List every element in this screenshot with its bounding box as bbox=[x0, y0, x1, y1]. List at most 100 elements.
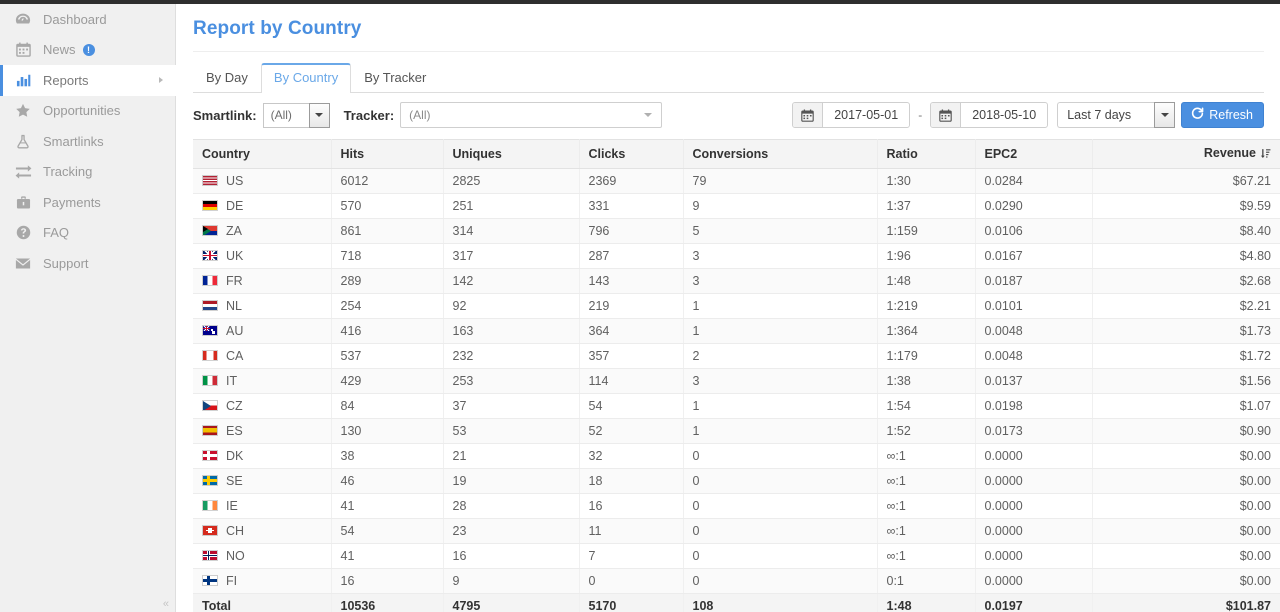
sidebar-item-label: Dashboard bbox=[43, 11, 107, 27]
column-header-uniques[interactable]: Uniques bbox=[443, 139, 580, 169]
calendar-icon bbox=[793, 103, 824, 127]
smartlink-select[interactable]: (All) bbox=[262, 102, 330, 128]
cell-hits: 46 bbox=[331, 468, 444, 494]
column-header-label: EPC2 bbox=[984, 147, 1018, 161]
smartlink-dropdown-button[interactable] bbox=[308, 102, 330, 128]
flag-ca-icon bbox=[202, 350, 218, 361]
sidebar-item-label: Smartlinks bbox=[43, 133, 104, 149]
table-row[interactable]: FR 289 142 143 3 1:48 0.0187 $2.68 bbox=[193, 268, 1280, 294]
column-header-epc2[interactable]: EPC2 bbox=[975, 139, 1093, 169]
table-row[interactable]: ZA 861 314 796 5 1:159 0.0106 $8.40 bbox=[193, 218, 1280, 244]
filter-bar: Smartlink: (All) Tracker: (All) 2017-05-… bbox=[193, 93, 1264, 137]
table-header: Country Hits Uniques Clicks Conversions Ratio… bbox=[193, 139, 1280, 169]
column-header-ratio[interactable]: Ratio bbox=[877, 139, 976, 169]
date-separator: - bbox=[918, 108, 923, 122]
sidebar-item-tracking[interactable]: Tracking bbox=[0, 157, 175, 188]
table-row[interactable]: DK 38 21 32 0 ∞:1 0.0000 $0.00 bbox=[193, 443, 1280, 469]
cell-country: FI bbox=[193, 568, 332, 594]
total-cell-epc2: 0.0197 bbox=[975, 593, 1093, 612]
table-row[interactable]: NO 41 16 7 0 ∞:1 0.0000 $0.00 bbox=[193, 543, 1280, 569]
table-row[interactable]: IE 41 28 16 0 ∞:1 0.0000 $0.00 bbox=[193, 493, 1280, 519]
country-code: IT bbox=[226, 374, 238, 388]
table-row[interactable]: AU 416 163 364 1 1:364 0.0048 $1.73 bbox=[193, 318, 1280, 344]
cell-uniques: 19 bbox=[443, 468, 580, 494]
table-row[interactable]: UK 718 317 287 3 1:96 0.0167 $4.80 bbox=[193, 243, 1280, 269]
table-row[interactable]: NL 254 92 219 1 1:219 0.0101 $2.21 bbox=[193, 293, 1280, 319]
column-header-hits[interactable]: Hits bbox=[331, 139, 444, 169]
sort-descending-icon bbox=[1260, 148, 1271, 162]
cell-revenue: $67.21 bbox=[1092, 168, 1280, 194]
cell-hits: 38 bbox=[331, 443, 444, 469]
cell-revenue: $0.00 bbox=[1092, 543, 1280, 569]
cell-epc2: 0.0000 bbox=[975, 518, 1093, 544]
column-header-conversions[interactable]: Conversions bbox=[683, 139, 878, 169]
cell-clicks: 357 bbox=[579, 343, 684, 369]
flag-ie-icon bbox=[202, 500, 218, 511]
date-from-field[interactable]: 2017-05-01 bbox=[792, 102, 911, 128]
sidebar-item-news[interactable]: News! bbox=[0, 35, 175, 66]
cell-revenue: $0.90 bbox=[1092, 418, 1280, 444]
column-header-clicks[interactable]: Clicks bbox=[579, 139, 684, 169]
cell-epc2: 0.0167 bbox=[975, 243, 1093, 269]
sidebar-item-reports[interactable]: Reports bbox=[0, 65, 177, 96]
cell-conversions: 0 bbox=[683, 443, 878, 469]
table-row[interactable]: CA 537 232 357 2 1:179 0.0048 $1.72 bbox=[193, 343, 1280, 369]
table-row[interactable]: SE 46 19 18 0 ∞:1 0.0000 $0.00 bbox=[193, 468, 1280, 494]
table-row[interactable]: FI 16 9 0 0 0:1 0.0000 $0.00 bbox=[193, 568, 1280, 594]
chevron-down-icon bbox=[315, 113, 324, 117]
cell-country: FR bbox=[193, 268, 332, 294]
column-header-revenue[interactable]: Revenue bbox=[1092, 139, 1280, 169]
table-row[interactable]: IT 429 253 114 3 1:38 0.0137 $1.56 bbox=[193, 368, 1280, 394]
sidebar-item-support[interactable]: Support bbox=[0, 248, 175, 279]
cell-revenue: $1.72 bbox=[1092, 343, 1280, 369]
tab-by-tracker[interactable]: By Tracker bbox=[351, 63, 439, 93]
table-row[interactable]: CH 54 23 11 0 ∞:1 0.0000 $0.00 bbox=[193, 518, 1280, 544]
column-header-country[interactable]: Country bbox=[193, 139, 332, 169]
country-code: DK bbox=[226, 449, 244, 463]
cell-hits: 254 bbox=[331, 293, 444, 319]
cell-clicks: 364 bbox=[579, 318, 684, 344]
table-row[interactable]: US 6012 2825 2369 79 1:30 0.0284 $67.21 bbox=[193, 168, 1280, 194]
table-row[interactable]: CZ 84 37 54 1 1:54 0.0198 $1.07 bbox=[193, 393, 1280, 419]
cell-ratio: ∞:1 bbox=[877, 518, 976, 544]
tracker-select[interactable]: (All) bbox=[400, 102, 663, 128]
country-code: NO bbox=[226, 549, 245, 563]
sidebar-item-label: FAQ bbox=[43, 225, 70, 241]
date-preset-select[interactable]: Last 7 days bbox=[1057, 102, 1155, 128]
sidebar-item-dashboard[interactable]: Dashboard bbox=[0, 4, 175, 35]
cell-clicks: 114 bbox=[579, 368, 684, 394]
table-row[interactable]: ES 130 53 52 1 1:52 0.0173 $0.90 bbox=[193, 418, 1280, 444]
cell-clicks: 52 bbox=[579, 418, 684, 444]
cell-epc2: 0.0000 bbox=[975, 543, 1093, 569]
app-root: Dashboard News! Reports Opportunities Smartl… bbox=[0, 0, 1280, 612]
cell-conversions: 9 bbox=[683, 193, 878, 219]
cell-revenue: $8.40 bbox=[1092, 218, 1280, 244]
sidebar-item-opportunities[interactable]: Opportunities bbox=[0, 96, 175, 127]
country-code: ZA bbox=[226, 224, 242, 238]
envelope-icon bbox=[14, 255, 32, 271]
sidebar-item-faq[interactable]: FAQ bbox=[0, 218, 175, 249]
cell-clicks: 287 bbox=[579, 243, 684, 269]
country-code: UK bbox=[226, 249, 244, 263]
cell-ratio: 1:37 bbox=[877, 193, 976, 219]
sidebar-item-label: Payments bbox=[43, 194, 101, 210]
cell-uniques: 92 bbox=[443, 293, 580, 319]
cell-epc2: 0.0048 bbox=[975, 343, 1093, 369]
bar-chart-icon bbox=[14, 72, 32, 88]
tab-by-day[interactable]: By Day bbox=[193, 63, 261, 93]
chevron-down-icon bbox=[1160, 113, 1169, 117]
date-preset-dropdown-button[interactable] bbox=[1154, 102, 1176, 128]
country-code: CZ bbox=[226, 399, 243, 413]
table-row[interactable]: DE 570 251 331 9 1:37 0.0290 $9.59 bbox=[193, 193, 1280, 219]
refresh-button[interactable]: Refresh bbox=[1181, 102, 1264, 128]
tab-by-country[interactable]: By Country bbox=[260, 63, 352, 93]
cell-ratio: 1:52 bbox=[877, 418, 976, 444]
cell-conversions: 1 bbox=[683, 418, 878, 444]
cell-clicks: 0 bbox=[579, 568, 684, 594]
sidebar-collapse-toggle[interactable]: « bbox=[163, 598, 169, 610]
cell-hits: 718 bbox=[331, 243, 444, 269]
sidebar-item-payments[interactable]: Payments bbox=[0, 187, 175, 218]
cell-clicks: 32 bbox=[579, 443, 684, 469]
date-to-field[interactable]: 2018-05-10 bbox=[930, 102, 1049, 128]
sidebar-item-smartlinks[interactable]: Smartlinks bbox=[0, 126, 175, 157]
